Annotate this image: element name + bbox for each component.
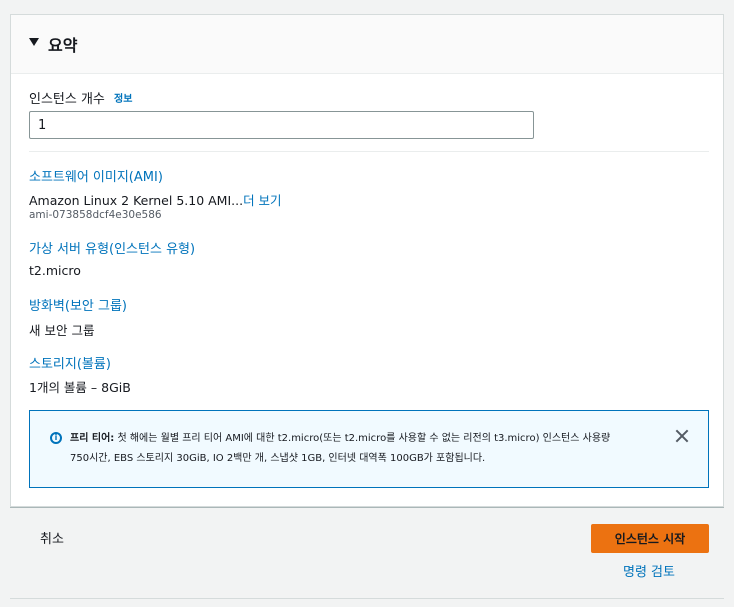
firewall-section-title[interactable]: 방화벽(보안 그룹) <box>29 295 127 314</box>
instance-type-section-title[interactable]: 가상 서버 유형(인스턴스 유형) <box>29 238 195 257</box>
free-tier-alert: i 프리 티어: 첫 해에는 월별 프리 티어 AMI에 대한 t2.micro… <box>29 410 709 488</box>
launch-instance-button[interactable]: 인스턴스 시작 <box>591 524 709 553</box>
cancel-button[interactable]: 취소 <box>40 528 64 547</box>
caret-down-icon[interactable] <box>29 38 39 46</box>
close-icon[interactable] <box>674 428 690 444</box>
review-commands-link[interactable]: 명령 검토 <box>623 561 675 580</box>
alert-line1: 첫 해에는 월별 프리 티어 AMI에 대한 t2.micro(또는 t2.mi… <box>114 433 611 444</box>
summary-panel: 요약 인스턴스 개수 정보 소프트웨어 이미지(AMI) Amazon Linu… <box>10 14 724 507</box>
alert-bold-label: 프리 티어: <box>70 433 115 444</box>
summary-title: 요약 <box>48 36 78 55</box>
instance-count-input[interactable] <box>29 111 534 139</box>
instance-type-value: t2.micro <box>29 263 81 278</box>
ami-id: ami-073858dcf4e30e586 <box>29 209 162 221</box>
info-link[interactable]: 정보 <box>114 90 132 105</box>
storage-section-title[interactable]: 스토리지(볼륨) <box>29 353 111 372</box>
ami-section-title[interactable]: 소프트웨어 이미지(AMI) <box>29 166 163 185</box>
divider <box>29 151 709 152</box>
ami-value: Amazon Linux 2 Kernel 5.10 AMI...더 보기 <box>29 190 282 209</box>
summary-header[interactable]: 요약 <box>11 15 723 74</box>
ami-more-link[interactable]: 더 보기 <box>243 193 281 208</box>
ami-name: Amazon Linux 2 Kernel 5.10 AMI... <box>29 193 244 208</box>
footer-divider <box>10 507 724 508</box>
alert-text: 프리 티어: 첫 해에는 월별 프리 티어 AMI에 대한 t2.micro(또… <box>70 429 670 469</box>
bottom-border <box>10 598 724 599</box>
storage-value: 1개의 볼륨 – 8GiB <box>29 380 131 395</box>
info-icon: i <box>50 432 62 444</box>
alert-line2: 750시간, EBS 스토리지 30GiB, IO 2백만 개, 스냅샷 1GB… <box>70 453 486 464</box>
firewall-value: 새 보안 그룹 <box>29 323 95 338</box>
instance-count-label: 인스턴스 개수 <box>29 92 105 107</box>
